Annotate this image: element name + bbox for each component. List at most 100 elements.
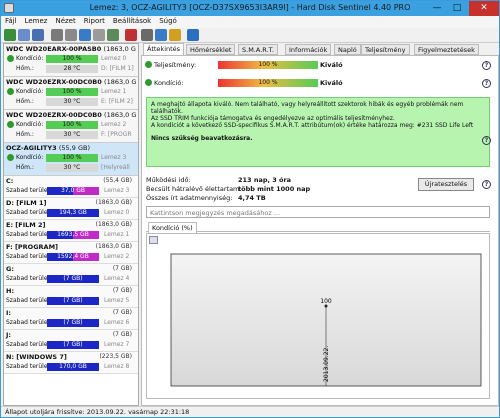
free-bar: (7 GB) (47, 297, 99, 305)
condition-label: Kondíció: (16, 88, 44, 95)
help-icon[interactable]: ? (482, 61, 491, 70)
partition-disk: Lemez 4 (104, 275, 130, 282)
tab-alerts[interactable]: Figyelmeztetések (414, 44, 479, 55)
test-icon[interactable] (79, 29, 91, 41)
temp-value: 30 °C (46, 98, 98, 106)
partition-item[interactable]: H: (7 GB) Szabad terület (7 GB) Lemez 5 (4, 286, 138, 308)
alert-icon[interactable] (125, 29, 137, 41)
free-label: Szabad terület (6, 297, 50, 304)
partition-disk: Lemez 1 (104, 231, 130, 238)
condition-bar: 100 % (46, 154, 98, 162)
partition-size: (223,5 GB) (99, 353, 132, 360)
condition-bar: 100 % (46, 121, 98, 129)
close-button[interactable]: ✕ (469, 1, 499, 16)
help-icon[interactable] (187, 29, 199, 41)
help-icon[interactable]: ? (482, 180, 491, 189)
disk-size: (1863,0 GB) (103, 45, 136, 53)
uptime-value: 213 nap, 3 óra (238, 176, 292, 184)
menu-disk[interactable]: Lemez (21, 16, 52, 26)
retest-button[interactable]: Újratesztelés (418, 178, 474, 191)
written-label: Összes írt adatmennyiség: (146, 194, 233, 202)
free-label: Szabad terület (6, 231, 50, 238)
settings-icon[interactable] (141, 29, 153, 41)
temp-label: Hőm.: (16, 164, 34, 171)
disk-size: (1863,0 GB) (104, 111, 136, 119)
tab-performance[interactable]: Teljesítmény (361, 44, 410, 55)
disk-model: WDC WD20EARX-00PASB0 (6, 45, 102, 53)
disk-item[interactable]: WDC WD20EZRX-00DC0B0 (1863,0 GB) Kondíci… (4, 77, 138, 110)
maximize-button[interactable]: □ (447, 1, 467, 16)
partition-item[interactable]: I: (7 GB) Szabad terület (7 GB) Lemez 6 (4, 308, 138, 330)
disk-item[interactable]: OCZ-AGILITY3 (55,9 GB) Kondíció: 100 % Lem… (4, 143, 138, 176)
temp-value: 30 °C (46, 131, 98, 139)
save-icon[interactable] (32, 29, 44, 41)
partition-item[interactable]: N: [WINDOWS 7] (223,5 GB) Szabad terület 17… (4, 352, 138, 374)
tools-icon[interactable] (93, 29, 105, 41)
chart-tab-bar: Kondíció (%) (146, 222, 490, 233)
disk-volume: D: [FILM 1] (101, 65, 134, 72)
partition-size: (1863,0 GB) (95, 221, 132, 228)
partition-item[interactable]: E: [FILM 2] (1863,0 GB) Szabad terület 1693… (4, 220, 138, 242)
free-bar: 1693,5 GB (47, 231, 99, 239)
partition-disk: Lemez 2 (104, 253, 130, 260)
tab-information[interactable]: Információk (285, 44, 332, 55)
tab-overview[interactable]: Áttekintés (143, 43, 185, 55)
star-icon[interactable] (169, 29, 181, 41)
disk-model: OCZ-AGILITY3 (6, 144, 57, 152)
menu-file[interactable]: Fájl (1, 16, 21, 26)
monitor-icon[interactable] (107, 29, 119, 41)
partition-name: F: [PROGRAM] (6, 243, 59, 251)
temp-label: Hőm.: (16, 65, 34, 72)
performance-bar: 100 % (218, 61, 318, 69)
partition-item[interactable]: J: (7 GB) Szabad terület (7 GB) Lemez 7 (4, 330, 138, 352)
partition-item[interactable]: G: (7 GB) Szabad terület (7 GB) Lemez 4 (4, 264, 138, 286)
disk-index: Lemez 3 (101, 154, 127, 161)
free-label: Szabad terület (6, 187, 50, 194)
disk-volume: [Helyreáll (101, 164, 130, 171)
x-tick-label: 2013.09.22. (323, 346, 330, 382)
remaining-label: Becsült hátralévő élettartam: (146, 185, 242, 193)
partition-item[interactable]: D: [FILM 1] (1863,0 GB) Szabad terület 194,… (4, 198, 138, 220)
partition-item[interactable]: C: (55,4 GB) Szabad terület 37,0 GB Lemez 3 (4, 176, 138, 198)
partition-size: (7 GB) (112, 309, 132, 316)
partition-name: C: (6, 177, 14, 185)
disk-list: WDC WD20EARX-00PASB0 (1863,0 GB) Kondíci… (3, 43, 139, 406)
report-icon[interactable] (51, 29, 63, 41)
partition-name: D: [FILM 1] (6, 199, 47, 207)
disk-name: OCZ-AGILITY3 (55,9 GB) (6, 144, 136, 153)
check-icon (7, 154, 14, 161)
disk-name: WDC WD20EZRX-00DC0B0 (1863,0 GB) (6, 111, 136, 120)
free-label: Szabad terület (6, 275, 50, 282)
help-icon[interactable]: ? (482, 136, 491, 145)
partition-disk: Lemez 8 (104, 363, 130, 370)
disk-item[interactable]: WDC WD20EARX-00PASB0 (1863,0 GB) Kondíci… (4, 44, 138, 77)
info-icon[interactable] (155, 29, 167, 41)
disk-size: (55,9 GB) (58, 144, 90, 152)
print-icon[interactable] (65, 29, 77, 41)
tab-condition[interactable]: Kondíció (%) (148, 222, 197, 233)
menu-view[interactable]: Nézet (51, 16, 79, 26)
tab-smart[interactable]: S.M.A.R.T. (238, 44, 278, 55)
message-line: A kondíciót a következő SSD-specifikus S… (151, 122, 474, 129)
tab-temperature[interactable]: Hőmérséklet (186, 44, 236, 55)
refresh-icon[interactable] (4, 29, 16, 41)
help-icon[interactable]: ? (482, 79, 491, 88)
message-line: Nincs szükség beavatkozásra. (151, 135, 253, 142)
disk-icon[interactable] (18, 29, 30, 41)
partition-item[interactable]: F: [PROGRAM] (1863,0 GB) Szabad terület 159… (4, 242, 138, 264)
condition-row: Kondíció: 100 % Kiváló (142, 78, 482, 88)
disk-item[interactable]: WDC WD20EZRX-00DC0B0 (1863,0 GB) Kondíci… (4, 110, 138, 143)
menu-help[interactable]: Súgó (155, 16, 181, 26)
minimize-button[interactable]: — (427, 1, 447, 16)
tab-log[interactable]: Napló (334, 44, 361, 55)
uptime-label: Működési idő: (146, 176, 191, 184)
condition-bar: 100 % (46, 55, 98, 63)
message-line: Az SSD TRIM funkciója támogatva és enged… (151, 115, 395, 122)
comment-field[interactable]: Kattintson megjegyzés megadásához ... (146, 206, 490, 218)
menu-settings[interactable]: Beállítások (109, 16, 155, 26)
partition-size: (7 GB) (112, 331, 132, 338)
condition-label: Kondíció: (154, 79, 184, 87)
menu-report[interactable]: Riport (80, 16, 109, 26)
main-panel: Áttekintés Hőmérséklet S.M.A.R.T. Inform… (141, 43, 499, 406)
partition-name: G: (6, 265, 14, 273)
